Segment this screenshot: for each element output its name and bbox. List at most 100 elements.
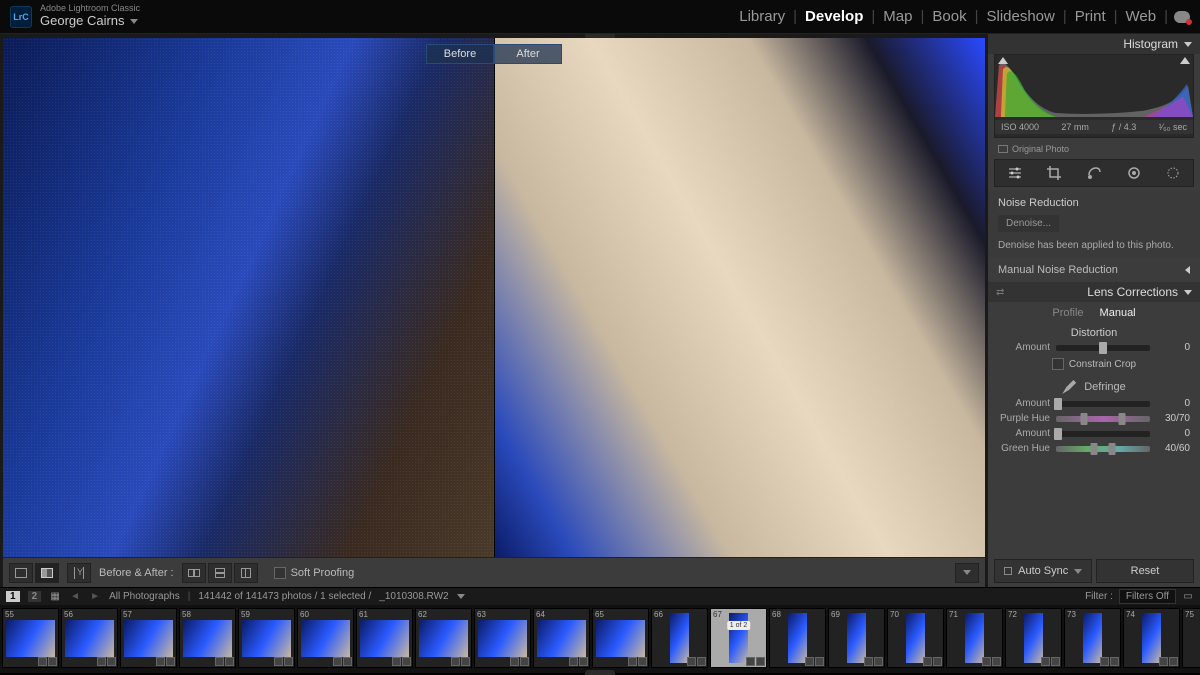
distortion-amount-slider[interactable] <box>1056 345 1150 351</box>
defringe-amount2-value: 0 <box>1156 428 1190 439</box>
monitor-1-button[interactable]: 1 <box>6 591 20 602</box>
meta-iso: ISO 4000 <box>1001 122 1039 132</box>
original-photo-label: Original Photo <box>1012 144 1069 154</box>
app-logo: LrC <box>10 6 32 28</box>
mask-tool-icon[interactable] <box>1126 165 1142 181</box>
ba-leftright-button[interactable] <box>182 563 206 583</box>
thumbnail[interactable]: 64 <box>533 608 590 668</box>
thumbnail[interactable]: 74 <box>1123 608 1180 668</box>
thumbnail[interactable]: 72 <box>1005 608 1062 668</box>
grid-view-icon[interactable]: ▦ <box>49 591 61 603</box>
thumbnail[interactable]: 59 <box>238 608 295 668</box>
healing-tool-icon[interactable] <box>1086 165 1102 181</box>
histogram[interactable]: ISO 4000 27 mm ƒ / 4.3 ¹⁄₆₀ sec <box>994 54 1194 138</box>
photo-count: 141442 of 141473 photos / 1 selected / <box>198 591 371 602</box>
checkbox-icon <box>1052 358 1064 370</box>
cloud-sync-icon[interactable] <box>1174 11 1190 23</box>
edit-tool-icon[interactable] <box>1007 165 1023 181</box>
ba-split-button[interactable] <box>234 563 258 583</box>
separator: | <box>188 591 191 602</box>
auto-sync-button[interactable]: Auto Sync <box>994 559 1092 583</box>
module-web[interactable]: Web <box>1118 8 1165 25</box>
thumbnail[interactable]: 62 <box>415 608 472 668</box>
constrain-crop-label: Constrain Crop <box>1069 359 1136 370</box>
module-develop[interactable]: Develop <box>797 8 871 25</box>
histogram-header[interactable]: Histogram <box>988 34 1200 54</box>
soft-proofing-label: Soft Proofing <box>291 567 355 579</box>
collapse-icon <box>1184 290 1192 295</box>
module-print[interactable]: Print <box>1067 8 1114 25</box>
chevron-down-icon[interactable] <box>457 594 465 599</box>
denoise-button[interactable]: Denoise... <box>998 215 1059 232</box>
module-book[interactable]: Book <box>924 8 974 25</box>
meta-aperture: ƒ / 4.3 <box>1111 122 1136 132</box>
lens-corrections-title: Lens Corrections <box>1087 285 1178 299</box>
defringe-amount1-slider[interactable] <box>1056 401 1150 407</box>
thumbnail[interactable]: 58 <box>179 608 236 668</box>
meta-focal: 27 mm <box>1061 122 1089 132</box>
thumbnail[interactable]: 65 <box>592 608 649 668</box>
thumbnail[interactable]: 55 <box>2 608 59 668</box>
thumbnail[interactable]: 71 <box>946 608 1003 668</box>
original-photo-toggle[interactable]: Original Photo <box>988 141 1200 159</box>
thumbnail[interactable]: 671 of 2 <box>710 608 767 668</box>
filter-lock-icon[interactable]: ▭ <box>1182 591 1194 603</box>
preview-before-after[interactable]: Before After <box>3 38 985 557</box>
user-name: George Cairns <box>40 14 125 28</box>
module-map[interactable]: Map <box>875 8 920 25</box>
view-reference-button[interactable]: Y <box>67 563 91 583</box>
purple-hue-value: 30/70 <box>1156 413 1190 424</box>
nav-fwd-icon[interactable]: ► <box>89 591 101 603</box>
tab-manual[interactable]: Manual <box>1100 307 1136 319</box>
eyedropper-icon[interactable] <box>1062 380 1076 394</box>
thumbnail[interactable]: 56 <box>61 608 118 668</box>
thumbnail[interactable]: 61 <box>356 608 413 668</box>
panel-grip-bottom[interactable] <box>585 670 615 675</box>
green-hue-value: 40/60 <box>1156 443 1190 454</box>
denoise-applied-msg: Denoise has been applied to this photo. <box>998 240 1190 251</box>
purple-hue-slider[interactable] <box>1056 416 1150 422</box>
after-label: After <box>494 44 562 64</box>
current-filename: _1010308.RW2 <box>379 591 448 602</box>
green-hue-slider[interactable] <box>1056 446 1150 452</box>
defringe-amount2-slider[interactable] <box>1056 431 1150 437</box>
thumbnail[interactable]: 68 <box>769 608 826 668</box>
purple-hue-label: Purple Hue <box>998 413 1050 424</box>
ba-topbottom-button[interactable] <box>208 563 232 583</box>
thumbnail[interactable]: 70 <box>887 608 944 668</box>
module-slideshow[interactable]: Slideshow <box>978 8 1062 25</box>
view-beforeafter-button[interactable] <box>35 563 59 583</box>
thumbnail[interactable]: 57 <box>120 608 177 668</box>
meta-shutter: ¹⁄₆₀ sec <box>1159 122 1187 132</box>
thumbnail[interactable]: 69 <box>828 608 885 668</box>
constrain-crop-toggle[interactable]: Constrain Crop <box>988 355 1200 376</box>
thumbnail[interactable]: 63 <box>474 608 531 668</box>
chevron-down-icon <box>1074 569 1082 574</box>
before-label: Before <box>426 44 494 64</box>
filter-preset-select[interactable]: Filters Off <box>1119 589 1176 604</box>
collection-path[interactable]: All Photographs <box>109 591 180 602</box>
identity-plate[interactable]: George Cairns <box>40 14 140 28</box>
monitor-2-button[interactable]: 2 <box>28 591 42 602</box>
filmstrip[interactable]: 555657585960616263646566671 of 268697071… <box>0 605 1200 673</box>
toolbar-menu-button[interactable] <box>955 563 979 583</box>
thumbnail[interactable]: 66 <box>651 608 708 668</box>
clip-highlights-icon[interactable] <box>1180 57 1190 64</box>
crop-tool-icon[interactable] <box>1046 165 1062 181</box>
lens-corrections-header[interactable]: ⇄ Lens Corrections <box>988 282 1200 302</box>
clip-shadows-icon[interactable] <box>998 57 1008 64</box>
soft-proofing-toggle[interactable]: Soft Proofing <box>274 567 355 579</box>
reset-button[interactable]: Reset <box>1096 559 1194 583</box>
nav-back-icon[interactable]: ◄ <box>69 591 81 603</box>
rect-icon <box>998 145 1008 153</box>
thumbnail[interactable]: 75 <box>1182 608 1200 668</box>
before-after-label: Before & After : <box>99 567 174 579</box>
view-loupe-button[interactable] <box>9 563 33 583</box>
thumbnail[interactable]: 73 <box>1064 608 1121 668</box>
redeye-tool-icon[interactable] <box>1165 165 1181 181</box>
tab-profile[interactable]: Profile <box>1052 307 1083 319</box>
manual-noise-reduction-label: Manual Noise Reduction <box>998 264 1118 276</box>
manual-noise-reduction-header[interactable]: Manual Noise Reduction <box>988 258 1200 282</box>
thumbnail[interactable]: 60 <box>297 608 354 668</box>
module-library[interactable]: Library <box>731 8 793 25</box>
